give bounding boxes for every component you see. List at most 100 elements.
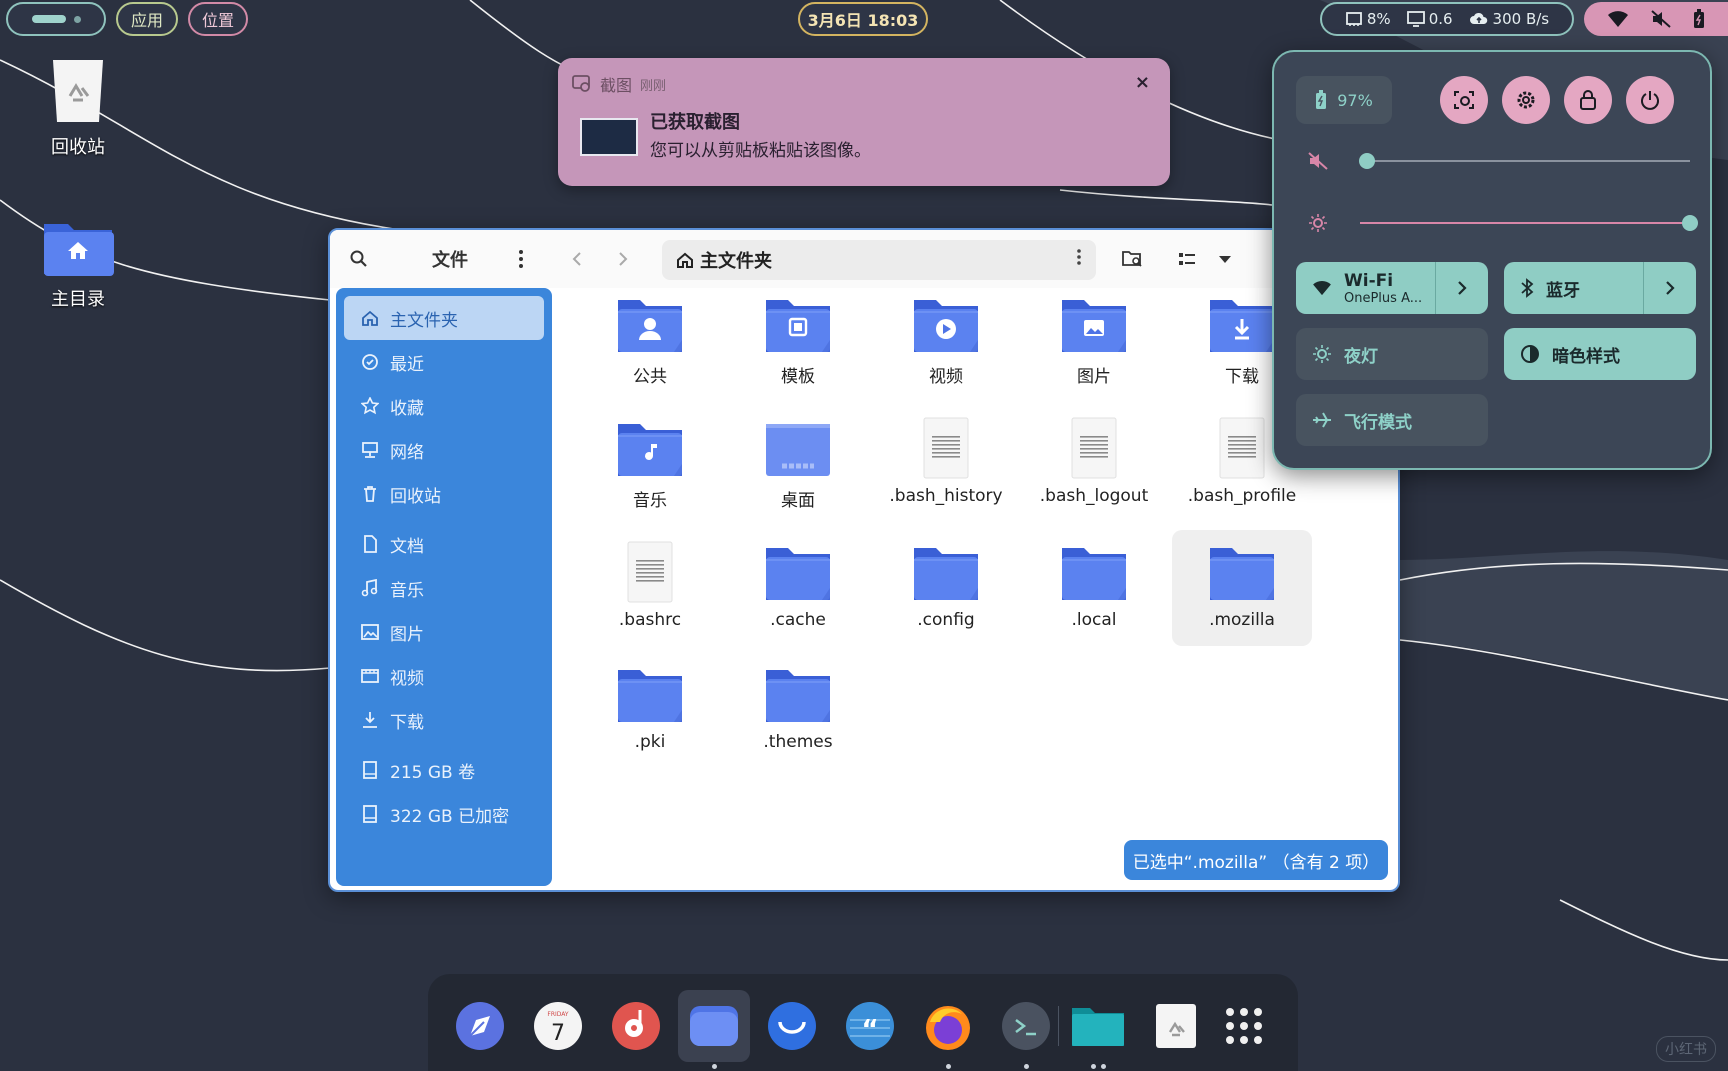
sidebar-item[interactable]: 收藏 (344, 384, 544, 428)
dock-item[interactable] (764, 998, 820, 1054)
sidebar-item[interactable]: 视频 (344, 654, 544, 698)
wifi-menu-button[interactable] (1435, 262, 1488, 314)
volume-slider-knob[interactable] (1358, 153, 1375, 169)
network-icon (360, 440, 380, 460)
battery-status[interactable]: 97% (1296, 76, 1392, 124)
quote-app-icon: “ (846, 1002, 894, 1050)
folder-item[interactable]: .pki (580, 652, 720, 768)
bluetooth-icon (1521, 278, 1534, 298)
load-value: 0.6 (1428, 10, 1453, 28)
volume-slider[interactable] (1360, 160, 1690, 162)
desktop-trash[interactable]: 回收站 (28, 56, 128, 159)
quick-settings-panel[interactable]: 97% Wi-Fi OnePlus A... 蓝牙 夜灯 暗色样式 飞行模式 (1272, 50, 1712, 470)
folder-item[interactable]: 模板 (728, 282, 868, 398)
screenshot-button[interactable] (1440, 76, 1488, 124)
file-item[interactable]: .bash_logout (1024, 406, 1164, 522)
dock-item[interactable] (608, 998, 664, 1054)
running-indicator (712, 1064, 717, 1069)
file-name: .bash_profile (1187, 486, 1297, 506)
chevron-right-icon (1666, 281, 1675, 295)
compass-icon (456, 1002, 504, 1050)
volume-slider-row (1296, 146, 1696, 176)
dock-separator (1058, 1006, 1059, 1046)
sidebar-item[interactable]: 回收站 (344, 472, 544, 516)
night-light-toggle[interactable]: 夜灯 (1296, 328, 1488, 380)
bluetooth-toggle[interactable]: 蓝牙 (1504, 262, 1696, 314)
sidebar-item[interactable]: 322 GB 已加密 (344, 792, 544, 836)
dock-item[interactable] (998, 998, 1054, 1054)
screenshot-notification[interactable]: 截图 刚刚 × 已获取截图 您可以从剪贴板粘贴该图像。 (558, 58, 1170, 186)
dock-item[interactable] (686, 998, 742, 1054)
folder-item[interactable]: 音乐 (580, 406, 720, 522)
selection-status: 已选中“.mozilla” （含有 2 项） (1124, 840, 1388, 880)
dock-item[interactable] (920, 998, 976, 1054)
file-item[interactable]: .bash_history (876, 406, 1016, 522)
sidebar-item[interactable]: 图片 (344, 610, 544, 654)
window-title: 文件 (432, 250, 468, 271)
dock-item[interactable] (452, 998, 508, 1054)
folder-item[interactable]: .themes (728, 652, 868, 768)
sidebar-item[interactable]: 文档 (344, 522, 544, 566)
file-name: 图片 (1077, 367, 1111, 387)
system-monitor[interactable]: 8% 0.6 300 B/s (1320, 2, 1574, 36)
airplane-mode-toggle[interactable]: 飞行模式 (1296, 394, 1488, 446)
workspace-dot (73, 15, 81, 23)
activities-indicator[interactable] (6, 2, 106, 36)
wifi-toggle[interactable]: Wi-Fi OnePlus A... (1296, 262, 1488, 314)
power-icon (1641, 91, 1659, 110)
power-button[interactable] (1626, 76, 1674, 124)
folder-item[interactable]: .cache (728, 530, 868, 646)
folder-item[interactable]: 视频 (876, 282, 1016, 398)
dock-item[interactable] (1216, 998, 1272, 1054)
screenshot-icon (1454, 91, 1474, 109)
video-icon (360, 666, 380, 686)
apps-menu-button[interactable]: 应用 (116, 2, 178, 36)
night-light-label: 夜灯 (1344, 346, 1378, 367)
screenshot-thumbnail (580, 118, 638, 156)
folder-item[interactable]: 桌面 (728, 406, 868, 522)
places-menu-button[interactable]: 位置 (188, 2, 248, 36)
sidebar-item[interactable]: 音乐 (344, 566, 544, 610)
main-menu-button[interactable] (506, 244, 536, 274)
sidebar-item[interactable]: 网络 (344, 428, 544, 472)
folder-icon (910, 540, 982, 604)
dark-style-toggle[interactable]: 暗色样式 (1504, 328, 1696, 380)
folder-item[interactable]: .local (1024, 530, 1164, 646)
folder-item[interactable]: 图片 (1024, 282, 1164, 398)
status-menu-button[interactable] (1584, 2, 1728, 36)
dock-item[interactable] (1148, 998, 1204, 1054)
brightness-slider[interactable] (1360, 222, 1690, 224)
wifi-network-name: OnePlus A... (1344, 290, 1423, 306)
lock-button[interactable] (1564, 76, 1612, 124)
notification-close-button[interactable]: × (1135, 72, 1150, 93)
dock: FRIDAY 7 “ (428, 974, 1298, 1071)
settings-button[interactable] (1502, 76, 1550, 124)
desktop-folder-icon (762, 416, 834, 480)
night-light-icon (1313, 345, 1331, 363)
bluetooth-menu-button[interactable] (1643, 262, 1696, 314)
folder-icon (1058, 540, 1130, 604)
folder-item[interactable]: .mozilla (1172, 530, 1312, 646)
sidebar-item[interactable]: 下载 (344, 698, 544, 742)
files-icon (690, 1006, 738, 1046)
file-name: 音乐 (633, 491, 667, 511)
dock-item[interactable]: FRIDAY 7 (530, 998, 586, 1054)
search-button[interactable] (344, 244, 374, 274)
sidebar-item[interactable]: 主文件夹 (344, 296, 544, 340)
dark-style-label: 暗色样式 (1552, 346, 1620, 367)
sidebar-item[interactable]: 最近 (344, 340, 544, 384)
clock-button[interactable]: 3月6日 18:03 (798, 2, 928, 36)
sidebar-item[interactable]: 215 GB 卷 (344, 748, 544, 792)
file-manager-window[interactable]: 文件 主文件夹 主文件夹 最近 收藏 网络 回收站 文档 音乐 图片 视频 下载 215 GB 卷 3… (328, 228, 1400, 892)
dock-item[interactable]: “ (842, 998, 898, 1054)
desktop-home[interactable]: 主目录 (28, 216, 128, 311)
dock-item[interactable] (1070, 998, 1126, 1054)
kebab-menu-icon (519, 250, 523, 268)
brightness-slider-knob[interactable] (1682, 215, 1698, 231)
calendar-day-label: FRIDAY (547, 1011, 569, 1018)
folder-icon (1206, 292, 1278, 356)
document-icon (360, 534, 380, 554)
file-item[interactable]: .bashrc (580, 530, 720, 646)
folder-item[interactable]: .config (876, 530, 1016, 646)
folder-item[interactable]: 公共 (580, 282, 720, 398)
